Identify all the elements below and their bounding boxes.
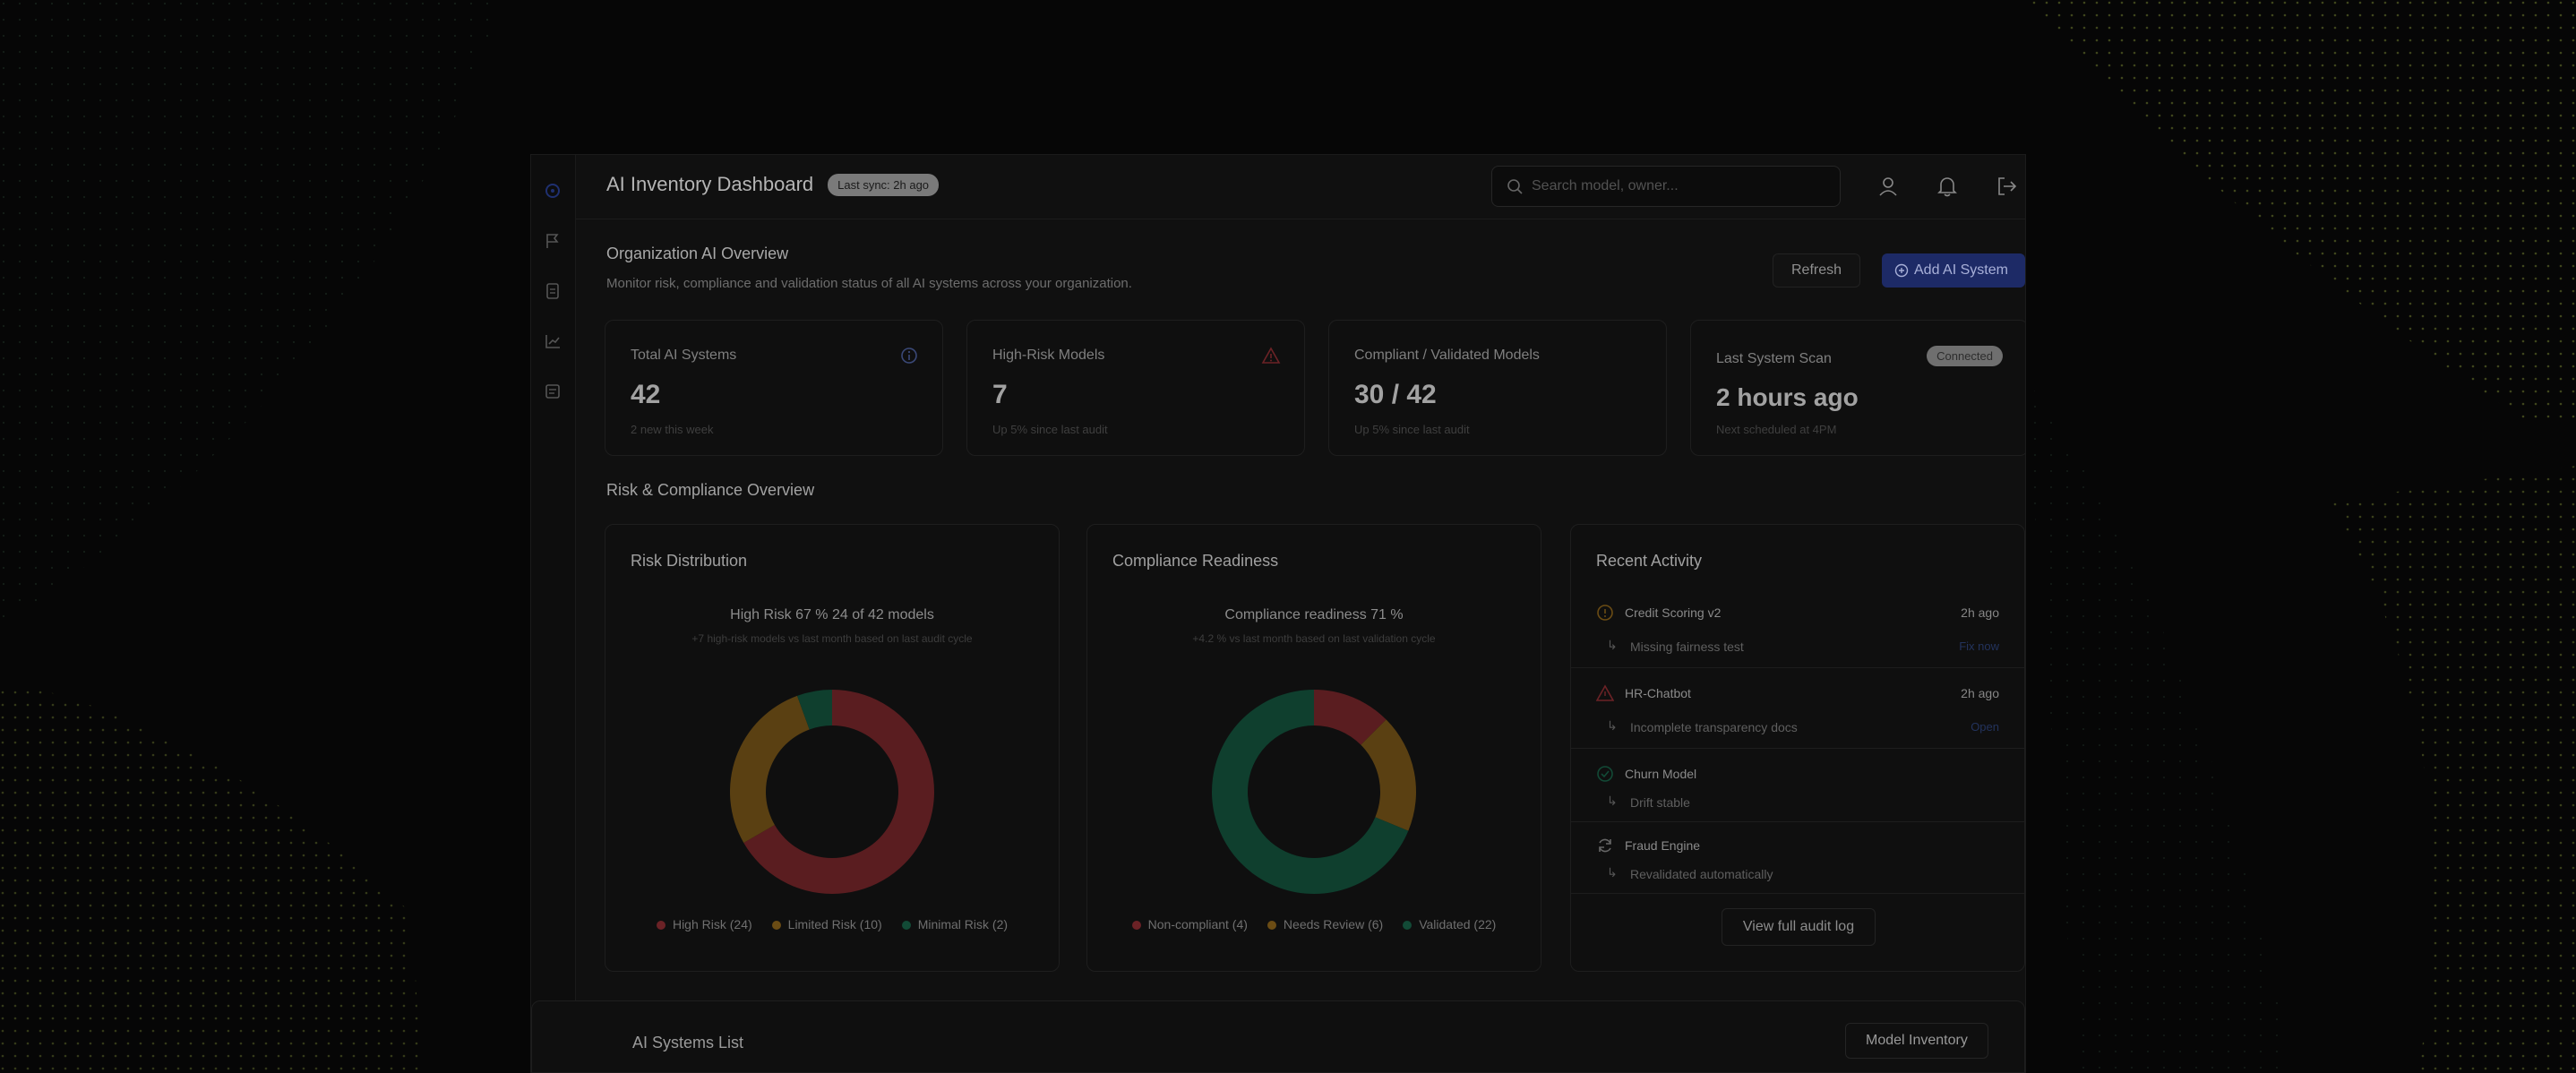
add-ai-system-label: Add AI System (1914, 262, 2008, 278)
kpi-label: High-Risk Models (992, 348, 1105, 363)
search-input[interactable] (1532, 178, 1800, 194)
logout-icon[interactable] (1995, 175, 2018, 198)
legend-item: Non-compliant (4) (1131, 917, 1248, 931)
side-rail (531, 155, 576, 1072)
home-icon[interactable] (544, 182, 562, 200)
activity-desc: Missing fairness test (1630, 640, 1744, 654)
kpi-last-system-scan: Last System Scan 2 hours ago Next schedu… (1690, 320, 2025, 456)
kpi-sub: 2 new this week (631, 423, 714, 436)
recent-activity-card: Recent Activity Credit Scoring v2 2h ago… (1570, 524, 2025, 972)
risk-headline: High Risk 67 % 24 of 42 models (730, 607, 934, 622)
activity-desc: Incomplete transparency docs (1630, 720, 1798, 734)
refresh-button[interactable]: Refresh (1773, 253, 1861, 288)
overview-header: Organization AI Overview Monitor risk, c… (606, 245, 1132, 291)
legend-label: Non-compliant (4) (1147, 917, 1248, 931)
legend-label: Limited Risk (10) (787, 917, 882, 931)
reply-arrow-icon: ↳ (1607, 638, 1618, 652)
legend-item: Validated (22) (1403, 917, 1496, 931)
compliance-subtext: +4.2 % vs last month based on last valid… (1192, 632, 1436, 645)
kpi-label: Compliant / Validated Models (1354, 348, 1540, 363)
kpi-value: 2 hours ago (1716, 383, 1859, 411)
legend-item: Limited Risk (10) (771, 917, 882, 931)
report-icon[interactable] (544, 382, 562, 400)
legend-label: Minimal Risk (2) (917, 917, 1009, 931)
activity-name: HR-Chatbot (1625, 686, 1691, 700)
reply-arrow-icon: ↳ (1607, 794, 1618, 808)
search-box[interactable] (1491, 166, 1841, 207)
dashboard-window: AI Inventory Dashboard Last sync: 2h ago… (530, 154, 2026, 1073)
legend-item: Minimal Risk (2) (901, 917, 1009, 931)
compliance-donut-chart (1212, 690, 1416, 894)
alert-circle-icon (1596, 604, 1614, 622)
kpi-sub: Up 5% since last audit (1354, 423, 1470, 436)
sync-badge: Last sync: 2h ago (828, 173, 940, 196)
kpi-total-ai-systems: Total AI Systems 42 2 new this week (605, 320, 943, 456)
compliance-readiness-card: Compliance Readiness Compliance readines… (1086, 524, 1541, 972)
check-circle-icon (1596, 765, 1614, 783)
activity-item[interactable]: Credit Scoring v2 2h ago ↳ Missing fairn… (1571, 589, 2024, 668)
legend-label: High Risk (24) (672, 917, 752, 931)
view-audit-log-button[interactable]: View full audit log (1722, 908, 1876, 946)
info-icon (899, 346, 919, 365)
status-badge: Connected (1927, 346, 2003, 366)
risk-distribution-card: Risk Distribution High Risk 67 % 24 of 4… (605, 524, 1060, 972)
flag-icon[interactable] (544, 232, 562, 250)
kpi-value: 42 (631, 380, 661, 409)
activity-name: Credit Scoring v2 (1625, 605, 1722, 620)
activity-item[interactable]: HR-Chatbot 2h ago ↳ Incomplete transpare… (1571, 670, 2024, 749)
activity-item[interactable]: Churn Model ↳ Drift stable (1571, 751, 2024, 822)
page-title: AI Inventory Dashboard (606, 173, 814, 195)
kpi-value: 7 (992, 380, 1008, 409)
activity-time: 2h ago (1961, 686, 1999, 700)
activity-link[interactable]: Open (1971, 720, 1999, 734)
risk-legend: High Risk (24) Limited Risk (10) Minimal… (605, 917, 1059, 931)
activity-desc: Drift stable (1630, 795, 1690, 810)
chart-icon[interactable] (544, 332, 562, 350)
compliance-headline: Compliance readiness 71 % (1224, 607, 1404, 622)
kpi-value: 30 / 42 (1354, 380, 1437, 409)
activity-time: 2h ago (1961, 605, 1999, 620)
list-title: AI Systems List (632, 1034, 744, 1052)
reply-arrow-icon: ↳ (1607, 718, 1618, 733)
card-title: Compliance Readiness (1112, 552, 1279, 570)
kpi-sub: Up 5% since last audit (992, 423, 1108, 436)
reply-arrow-icon: ↳ (1607, 865, 1618, 880)
kpi-compliant-validated-models: Compliant / Validated Models 30 / 42 Up … (1328, 320, 1667, 456)
legend-label: Validated (22) (1419, 917, 1497, 931)
overview-subtitle: Monitor risk, compliance and validation … (606, 276, 1132, 291)
activity-item[interactable]: Fraud Engine ↳ Revalidated automatically (1571, 822, 2024, 894)
bell-icon[interactable] (1936, 175, 1959, 198)
activity-name: Churn Model (1625, 767, 1697, 781)
risk-subtext: +7 high-risk models vs last month based … (691, 632, 973, 645)
legend-item: High Risk (24) (656, 917, 752, 931)
warning-icon (1261, 346, 1281, 365)
search-icon (1507, 179, 1523, 194)
activity-link[interactable]: Fix now (1959, 640, 1999, 653)
ai-systems-list-card: AI Systems List Model Inventory (531, 1000, 2025, 1072)
donut-slice-limited-risk (730, 695, 810, 843)
legend-label: Needs Review (6) (1283, 917, 1384, 931)
kpi-sub: Next scheduled at 4PM (1716, 423, 1837, 436)
user-icon[interactable] (1876, 175, 1900, 198)
kpi-high-risk-models: High-Risk Models 7 Up 5% since last audi… (966, 320, 1305, 456)
refresh-icon (1596, 837, 1614, 854)
model-inventory-button[interactable]: Model Inventory (1845, 1023, 1988, 1059)
add-ai-system-button[interactable]: Add AI System (1882, 253, 2025, 288)
legend-item: Needs Review (6) (1267, 917, 1383, 931)
kpi-label: Total AI Systems (631, 348, 737, 363)
kpi-label: Last System Scan (1716, 351, 1832, 366)
document-icon[interactable] (544, 282, 562, 300)
compliance-legend: Non-compliant (4) Needs Review (6) Valid… (1087, 917, 1541, 931)
top-bar: AI Inventory Dashboard Last sync: 2h ago (576, 155, 2025, 219)
activity-name: Fraud Engine (1625, 838, 1701, 853)
warning-icon (1595, 684, 1615, 702)
card-title: Risk Distribution (631, 552, 748, 570)
plus-circle-icon (1894, 263, 1909, 278)
card-title: Recent Activity (1596, 552, 1703, 570)
risk-compliance-title: Risk & Compliance Overview (606, 481, 815, 499)
activity-desc: Revalidated automatically (1630, 867, 1773, 881)
overview-title: Organization AI Overview (606, 245, 789, 262)
risk-donut-chart (730, 690, 934, 894)
